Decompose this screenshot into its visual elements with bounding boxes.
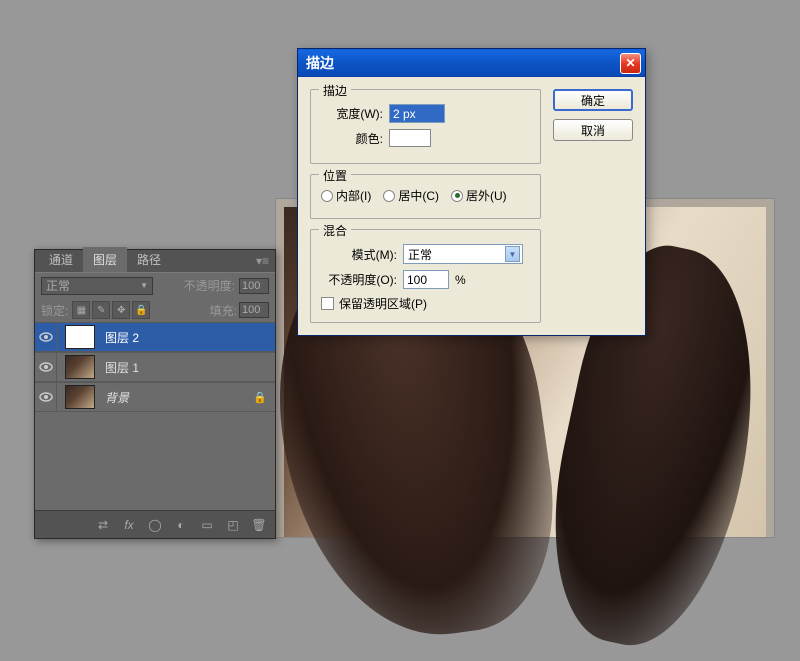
mode-select[interactable]: 正常 ▼ <box>403 244 523 264</box>
mode-value: 正常 <box>408 246 432 263</box>
mask-icon[interactable]: ◯ <box>145 515 165 535</box>
ok-button[interactable]: 确定 <box>553 89 633 111</box>
radio-outside[interactable]: 居外(U) <box>451 187 507 204</box>
color-swatch[interactable] <box>389 129 431 147</box>
fill-input[interactable]: 100 <box>239 302 269 318</box>
radio-inside[interactable]: 内部(I) <box>321 187 371 204</box>
radio-center-label: 居中(C) <box>398 187 439 204</box>
fx-icon[interactable]: fx <box>119 515 139 535</box>
opacity-label: 不透明度: <box>184 277 235 294</box>
legend-position: 位置 <box>319 167 351 184</box>
lock-all-icon[interactable]: 🔒 <box>132 301 150 319</box>
new-layer-icon[interactable]: ◰ <box>223 515 243 535</box>
preserve-label: 保留透明区域(P) <box>339 295 427 312</box>
layer-row[interactable]: 图层 2 <box>35 322 275 352</box>
layers-panel: 通道 图层 路径 ▾≡ 正常 ▼ 不透明度: 100 锁定: ▦ ✎ ✥ 🔒 填… <box>34 249 276 539</box>
panel-tabs: 通道 图层 路径 ▾≡ <box>35 250 275 272</box>
opacity-input[interactable]: 100 <box>239 278 269 294</box>
width-label: 宽度(W): <box>321 105 383 122</box>
layer-name[interactable]: 图层 2 <box>99 329 139 346</box>
dialog-body: 描边 宽度(W): 颜色: 位置 内部(I) <box>298 77 645 335</box>
panel-menu-icon[interactable]: ▾≡ <box>250 250 275 272</box>
link-layers-icon[interactable]: ⇄ <box>93 515 113 535</box>
lock-move-icon[interactable]: ✥ <box>112 301 130 319</box>
layers-toolbar-lock: 锁定: ▦ ✎ ✥ 🔒 填充: 100 <box>35 298 275 322</box>
tab-channels[interactable]: 通道 <box>39 247 83 272</box>
visibility-eye-icon[interactable] <box>35 383 57 411</box>
trash-icon[interactable]: 🗑 <box>249 515 269 535</box>
dialog-titlebar[interactable]: 描边 ✕ <box>298 49 645 77</box>
group-icon[interactable]: ▭ <box>197 515 217 535</box>
preserve-checkbox[interactable] <box>321 297 334 310</box>
visibility-eye-icon[interactable] <box>35 353 57 381</box>
blend-opacity-input[interactable] <box>403 270 449 289</box>
adjustment-icon[interactable]: ◐ <box>171 515 191 535</box>
cancel-button[interactable]: 取消 <box>553 119 633 141</box>
layer-name[interactable]: 背景 <box>99 389 129 406</box>
fill-label: 填充: <box>210 302 237 319</box>
legend-blend: 混合 <box>319 222 351 239</box>
dialog-right-column: 确定 取消 <box>553 89 633 323</box>
layers-toolbar-top: 正常 ▼ 不透明度: 100 <box>35 272 275 298</box>
blend-opacity-label: 不透明度(O): <box>321 271 397 288</box>
lock-brush-icon[interactable]: ✎ <box>92 301 110 319</box>
close-button[interactable]: ✕ <box>620 53 641 74</box>
layers-list: 图层 2 图层 1 背景 🔒 <box>35 322 275 510</box>
radio-outside-label: 居外(U) <box>466 187 507 204</box>
tab-layers[interactable]: 图层 <box>83 247 127 272</box>
layer-name[interactable]: 图层 1 <box>99 359 139 376</box>
dialog-title: 描边 <box>306 53 334 73</box>
layer-thumbnail[interactable] <box>65 325 95 349</box>
chevron-down-icon: ▼ <box>140 281 148 290</box>
fieldset-stroke: 描边 宽度(W): 颜色: <box>310 89 541 164</box>
legend-stroke: 描边 <box>319 82 351 99</box>
blend-mode-value: 正常 <box>46 277 70 294</box>
blend-mode-select[interactable]: 正常 ▼ <box>41 277 153 295</box>
dialog-left-column: 描边 宽度(W): 颜色: 位置 内部(I) <box>310 89 541 323</box>
fieldset-position: 位置 内部(I) 居中(C) 居外(U) <box>310 174 541 219</box>
width-input[interactable] <box>389 104 445 123</box>
layer-thumbnail[interactable] <box>65 355 95 379</box>
stroke-dialog: 描边 ✕ 描边 宽度(W): 颜色: 位置 <box>297 48 646 336</box>
lock-label: 锁定: <box>41 302 68 319</box>
layers-panel-footer: ⇄ fx ◯ ◐ ▭ ◰ 🗑 <box>35 510 275 538</box>
radio-inside-label: 内部(I) <box>336 187 371 204</box>
mode-label: 模式(M): <box>321 246 397 263</box>
visibility-eye-icon[interactable] <box>35 323 57 351</box>
tab-paths[interactable]: 路径 <box>127 247 171 272</box>
radio-dot-icon <box>321 190 333 202</box>
close-icon: ✕ <box>625 56 635 70</box>
radio-dot-icon <box>383 190 395 202</box>
layer-row[interactable]: 背景 🔒 <box>35 382 275 412</box>
radio-dot-icon <box>451 190 463 202</box>
lock-icon: 🔒 <box>253 391 267 404</box>
radio-center[interactable]: 居中(C) <box>383 187 439 204</box>
color-label: 颜色: <box>321 130 383 147</box>
layer-row[interactable]: 图层 1 <box>35 352 275 382</box>
lock-transparency-icon[interactable]: ▦ <box>72 301 90 319</box>
layer-thumbnail[interactable] <box>65 385 95 409</box>
fieldset-blend: 混合 模式(M): 正常 ▼ 不透明度(O): % 保留透明区域(P) <box>310 229 541 323</box>
percent-label: % <box>455 273 466 287</box>
chevron-down-icon: ▼ <box>505 246 520 262</box>
